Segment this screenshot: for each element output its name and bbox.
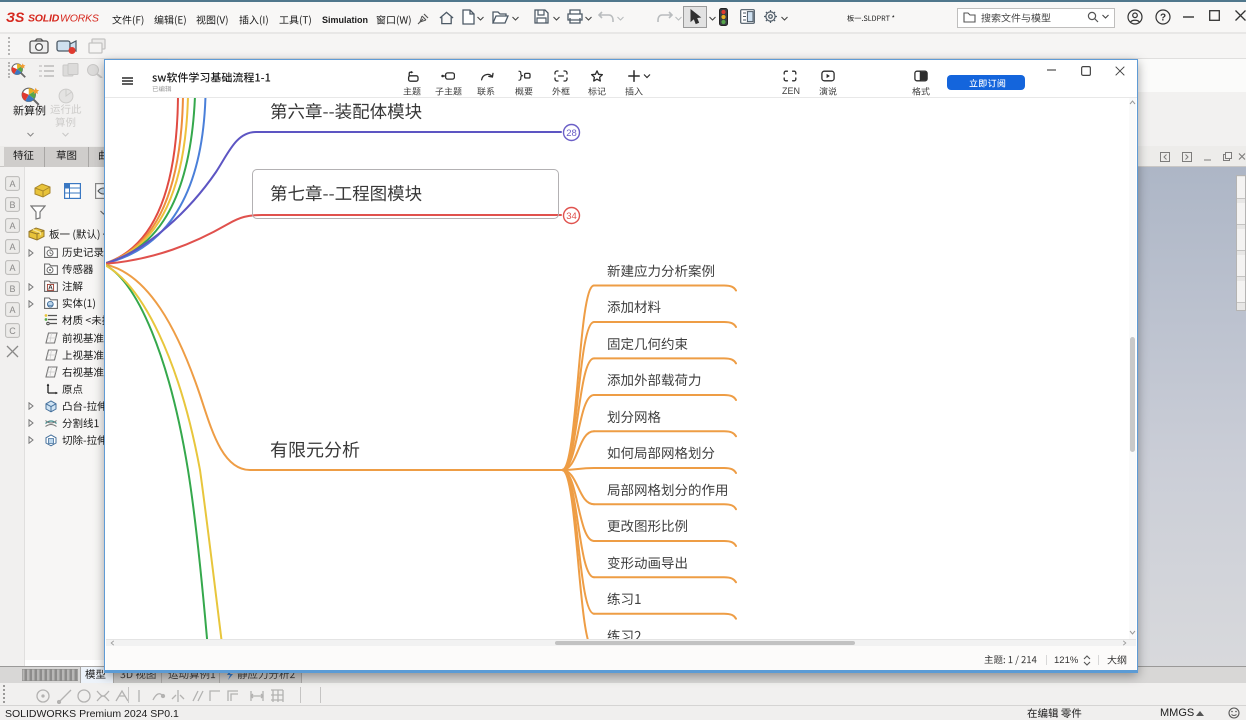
svg-text:A: A [9, 221, 15, 231]
svg-text:34: 34 [566, 211, 577, 222]
svg-text:?: ? [1160, 13, 1166, 24]
svg-text:A: A [48, 285, 53, 292]
svg-text:B: B [9, 200, 15, 210]
svg-text:ЗS: ЗS [6, 9, 25, 25]
svg-text:WORKS: WORKS [60, 13, 99, 25]
svg-text:A: A [9, 242, 15, 252]
svg-text:28: 28 [566, 128, 577, 139]
svg-text:B: B [9, 284, 15, 294]
svg-text:A: A [9, 263, 15, 273]
svg-text:SOLID: SOLID [28, 13, 60, 25]
svg-text:A: A [9, 305, 15, 315]
svg-text:C: C [9, 326, 16, 336]
svg-text:A: A [9, 179, 15, 189]
